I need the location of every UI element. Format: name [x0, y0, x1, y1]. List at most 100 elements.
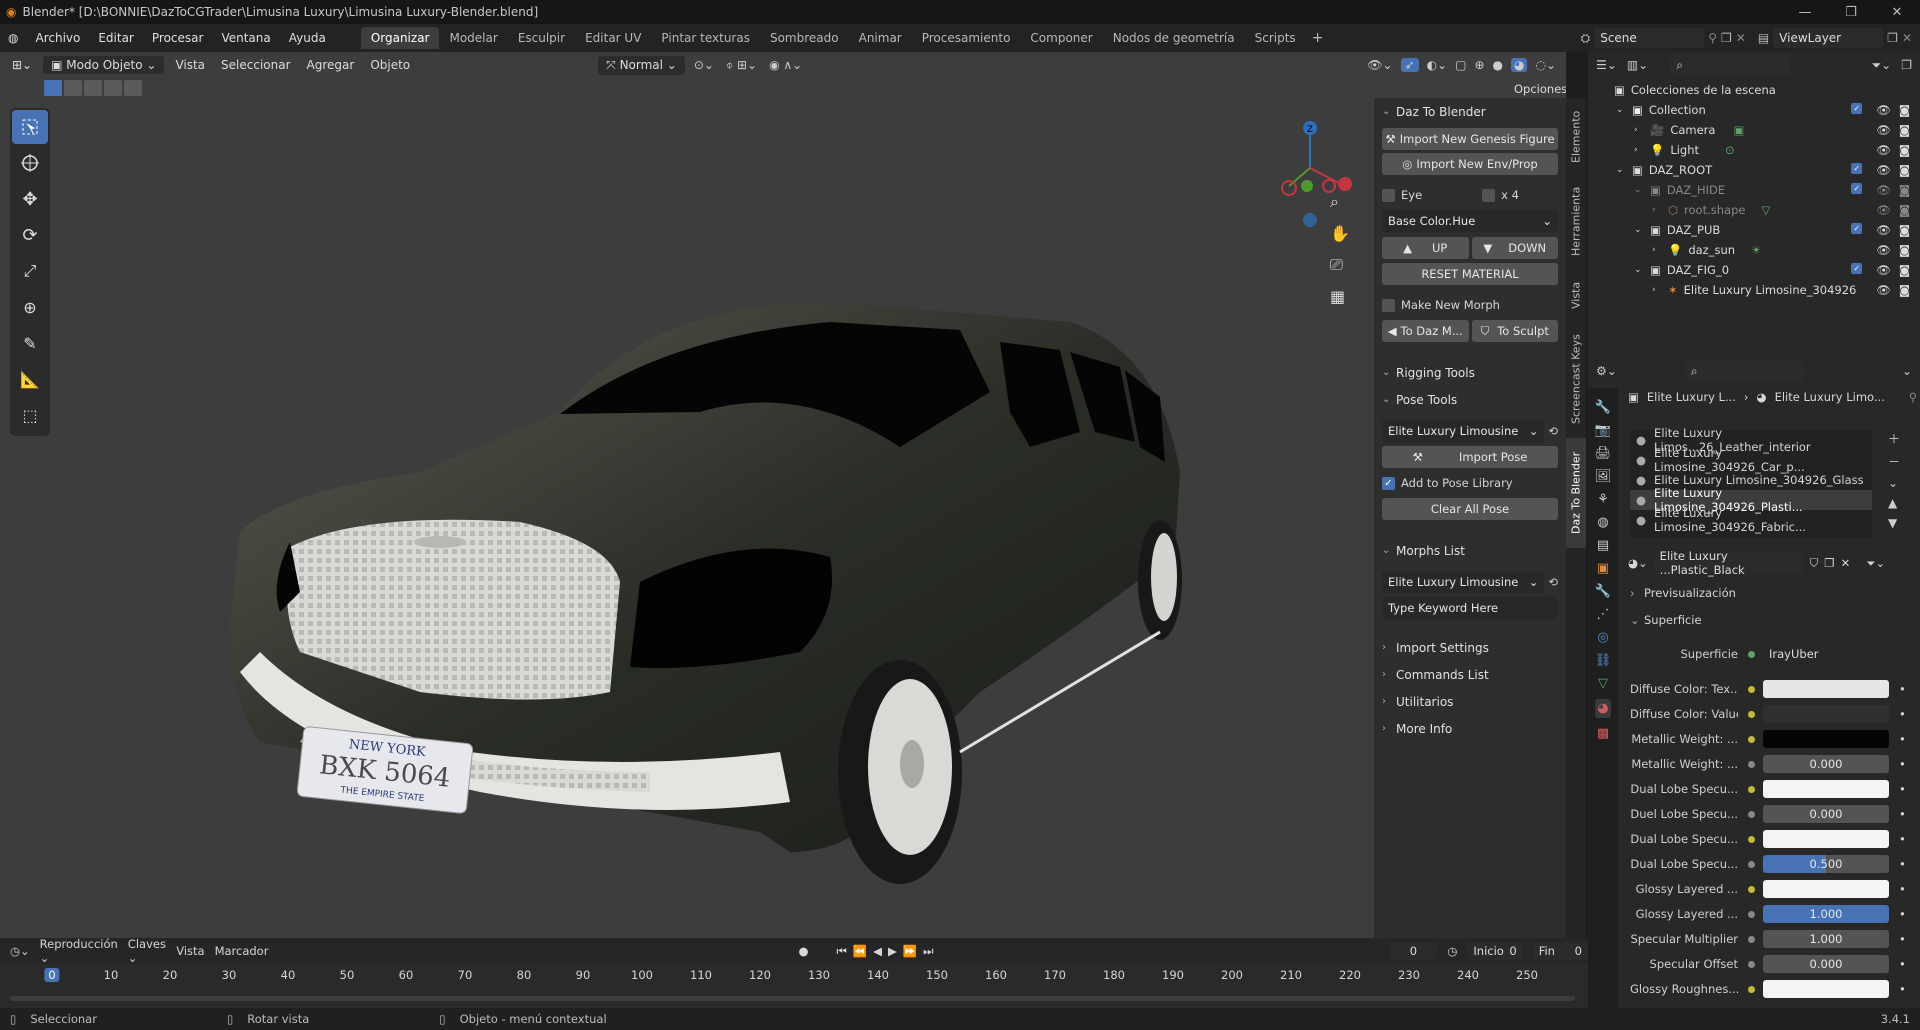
- data-props-icon[interactable]: ▽: [1598, 676, 1608, 691]
- clock-icon[interactable]: ◷: [1447, 944, 1457, 958]
- move-slot-down-icon[interactable]: ▼: [1888, 516, 1900, 530]
- shading-material-icon[interactable]: ◕: [1510, 58, 1528, 72]
- import-env-button[interactable]: ◎ Import New Env/Prop: [1382, 153, 1558, 175]
- close-icon[interactable]: ✕: [1874, 5, 1920, 20]
- scene-field[interactable]: Scene: [1594, 28, 1705, 48]
- menu-vista[interactable]: Vista: [167, 56, 213, 74]
- scene-props-icon[interactable]: ⚘: [1597, 492, 1609, 507]
- morph-figure-dropdown[interactable]: Elite Luxury Limousine ⌄: [1382, 571, 1545, 593]
- base-color-dropdown[interactable]: Base Color.Hue ⌄: [1382, 210, 1558, 232]
- select-new-icon[interactable]: [44, 80, 62, 96]
- shading-wireframe-icon[interactable]: ⊕: [1474, 58, 1484, 72]
- move-slot-up-icon[interactable]: ▲: [1888, 496, 1900, 510]
- outliner-row-limousine[interactable]: › ✶ Elite Luxury Limosine_304926 👁 ◙: [1588, 280, 1920, 300]
- outliner-row-daz-root[interactable]: ⌄ ▣ DAZ_ROOT ✓ 👁 ◙: [1588, 160, 1920, 180]
- menu-seleccionar[interactable]: Seleccionar: [213, 56, 298, 74]
- delete-viewlayer-icon[interactable]: ✕: [1902, 31, 1912, 45]
- down-button[interactable]: ▼ DOWN: [1471, 237, 1558, 259]
- outliner-row-collection[interactable]: ⌄ ▣ Collection ✓ 👁 ◙: [1588, 100, 1920, 120]
- tab-pintar-texturas[interactable]: Pintar texturas: [651, 27, 760, 49]
- diffuse-color-texture-swatch[interactable]: [1763, 680, 1889, 698]
- glossy-layered-swatch[interactable]: [1763, 880, 1889, 898]
- make-new-morph-checkbox[interactable]: [1382, 298, 1395, 312]
- claves-menu[interactable]: Claves ⌄: [128, 937, 166, 965]
- more-info-header[interactable]: › More Info: [1374, 715, 1566, 742]
- proportional-edit-icon[interactable]: ◉ ∧⌄: [763, 58, 808, 72]
- commands-list-header[interactable]: › Commands List: [1374, 661, 1566, 688]
- material-browse-icon[interactable]: ◕⌄: [1628, 556, 1648, 570]
- menu-agregar[interactable]: Agregar: [299, 56, 363, 74]
- world-props-icon[interactable]: ◍: [1597, 515, 1608, 530]
- add-workspace-icon[interactable]: +: [1306, 30, 1330, 46]
- scene-icon[interactable]: ⛭: [1581, 31, 1591, 46]
- menu-ventana[interactable]: Ventana: [212, 31, 279, 45]
- zoom-icon[interactable]: ⌕: [1330, 192, 1350, 212]
- marcador-menu[interactable]: Marcador: [215, 944, 269, 958]
- dual-lobe-value[interactable]: 0.000: [1763, 805, 1889, 823]
- superficie-header[interactable]: ⌄ Superficie: [1630, 613, 1910, 627]
- timeline-vista-menu[interactable]: Vista: [176, 944, 204, 958]
- tab-nodos-geometria[interactable]: Nodos de geometría: [1103, 27, 1245, 49]
- tab-editar-uv[interactable]: Editar UV: [575, 27, 651, 49]
- tab-modelar[interactable]: Modelar: [439, 27, 507, 49]
- up-button[interactable]: ▲ UP: [1382, 237, 1469, 259]
- morph-keyword-input[interactable]: Type Keyword Here: [1382, 597, 1558, 619]
- output-props-icon[interactable]: 🖨: [1595, 446, 1612, 461]
- viewlayer-field[interactable]: ViewLayer: [1773, 28, 1884, 48]
- metallic-weight-swatch[interactable]: [1763, 730, 1889, 748]
- shading-rendered-icon[interactable]: ◌⌄: [1535, 58, 1556, 72]
- tab-screencast-keys[interactable]: Screencast Keys: [1566, 324, 1586, 434]
- move-tool-icon[interactable]: ✥: [12, 182, 48, 216]
- new-collection-icon[interactable]: ❐: [1901, 58, 1912, 72]
- menu-ayuda[interactable]: Ayuda: [280, 31, 335, 45]
- dual-lobe-swatch[interactable]: [1763, 780, 1889, 798]
- refresh-morph-icon[interactable]: ⟲: [1548, 575, 1558, 589]
- delete-scene-icon[interactable]: ✕: [1736, 31, 1746, 45]
- fin-field[interactable]: Fin 0: [1532, 942, 1588, 960]
- menu-archivo[interactable]: Archivo: [26, 31, 89, 45]
- morphs-list-header[interactable]: ⌄ Morphs List: [1374, 537, 1566, 564]
- 3d-viewport[interactable]: NEW YORK BXK 5064 THE EMPIRE STATE Z ⌕ ✋…: [0, 52, 1566, 938]
- outliner-row-daz-fig[interactable]: ⌄ ▣ DAZ_FIG_0 ✓ 👁 ◙: [1588, 260, 1920, 280]
- pivot-icon[interactable]: ⊙⌄: [688, 58, 720, 72]
- view-layer-props-icon[interactable]: 🖼: [1595, 469, 1612, 484]
- pan-hand-icon[interactable]: ✋: [1330, 224, 1350, 243]
- particles-props-icon[interactable]: ⋰: [1597, 607, 1610, 622]
- properties-search-input[interactable]: ⌕: [1684, 361, 1805, 381]
- cursor-tool-icon[interactable]: [12, 146, 48, 180]
- tool-props-icon[interactable]: 🔧: [1595, 400, 1611, 415]
- fake-user-icon[interactable]: ⛉: [1810, 556, 1819, 571]
- tab-organizar[interactable]: Organizar: [360, 27, 440, 49]
- outliner-row-daz-hide[interactable]: ⌄ ▣ DAZ_HIDE ✓ 👁 ◙: [1588, 180, 1920, 200]
- mode-dropdown[interactable]: ▣ Modo Objeto ⌄: [43, 56, 165, 74]
- tab-vista[interactable]: Vista: [1566, 270, 1586, 320]
- record-icon[interactable]: ●: [798, 944, 808, 958]
- outliner-row-root-shape[interactable]: › ⬡ root.shape ▽ 👁 ◙: [1588, 200, 1920, 220]
- properties-editor-icon[interactable]: ⚙⌄: [1596, 364, 1617, 378]
- eye-checkbox[interactable]: [1382, 188, 1395, 202]
- rigging-tools-header[interactable]: ⌄ Rigging Tools: [1374, 359, 1566, 386]
- constraints-props-icon[interactable]: ⛓: [1595, 653, 1612, 668]
- material-name-field[interactable]: Elite Luxury ...Plastic_Black: [1653, 549, 1804, 577]
- rotate-tool-icon[interactable]: ⟳: [12, 218, 48, 252]
- render-props-icon[interactable]: 📷: [1595, 423, 1611, 438]
- refresh-pose-icon[interactable]: ⟲: [1548, 424, 1558, 438]
- specular-offset-value[interactable]: 0.000: [1763, 955, 1889, 973]
- material-slot-item[interactable]: ● Elite Luxury Limosine_304926_Car_p...: [1630, 446, 1872, 474]
- outliner-editor-icon[interactable]: ☰⌄: [1596, 58, 1617, 72]
- surface-shader-field[interactable]: IrayUber: [1763, 645, 1889, 663]
- current-frame-field[interactable]: 0: [1389, 942, 1438, 960]
- clear-all-pose-button[interactable]: Clear All Pose: [1382, 498, 1558, 520]
- pin-properties-icon[interactable]: ⚲: [1909, 390, 1917, 404]
- duplicate-material-icon[interactable]: ❐: [1824, 556, 1834, 570]
- blender-menu-icon[interactable]: ◍: [0, 31, 26, 45]
- select-extend-icon[interactable]: [64, 80, 82, 96]
- select-box-tool-icon[interactable]: [12, 110, 48, 144]
- glossy-layered-slider[interactable]: 1.000: [1763, 905, 1889, 923]
- select-subtract-icon[interactable]: [84, 80, 102, 96]
- menu-objeto[interactable]: Objeto: [362, 56, 418, 74]
- new-scene-icon[interactable]: ❐: [1721, 31, 1732, 45]
- measure-tool-icon[interactable]: 📐: [12, 362, 48, 396]
- new-viewlayer-icon[interactable]: ❐: [1887, 31, 1898, 45]
- tab-scripts[interactable]: Scripts: [1245, 27, 1306, 49]
